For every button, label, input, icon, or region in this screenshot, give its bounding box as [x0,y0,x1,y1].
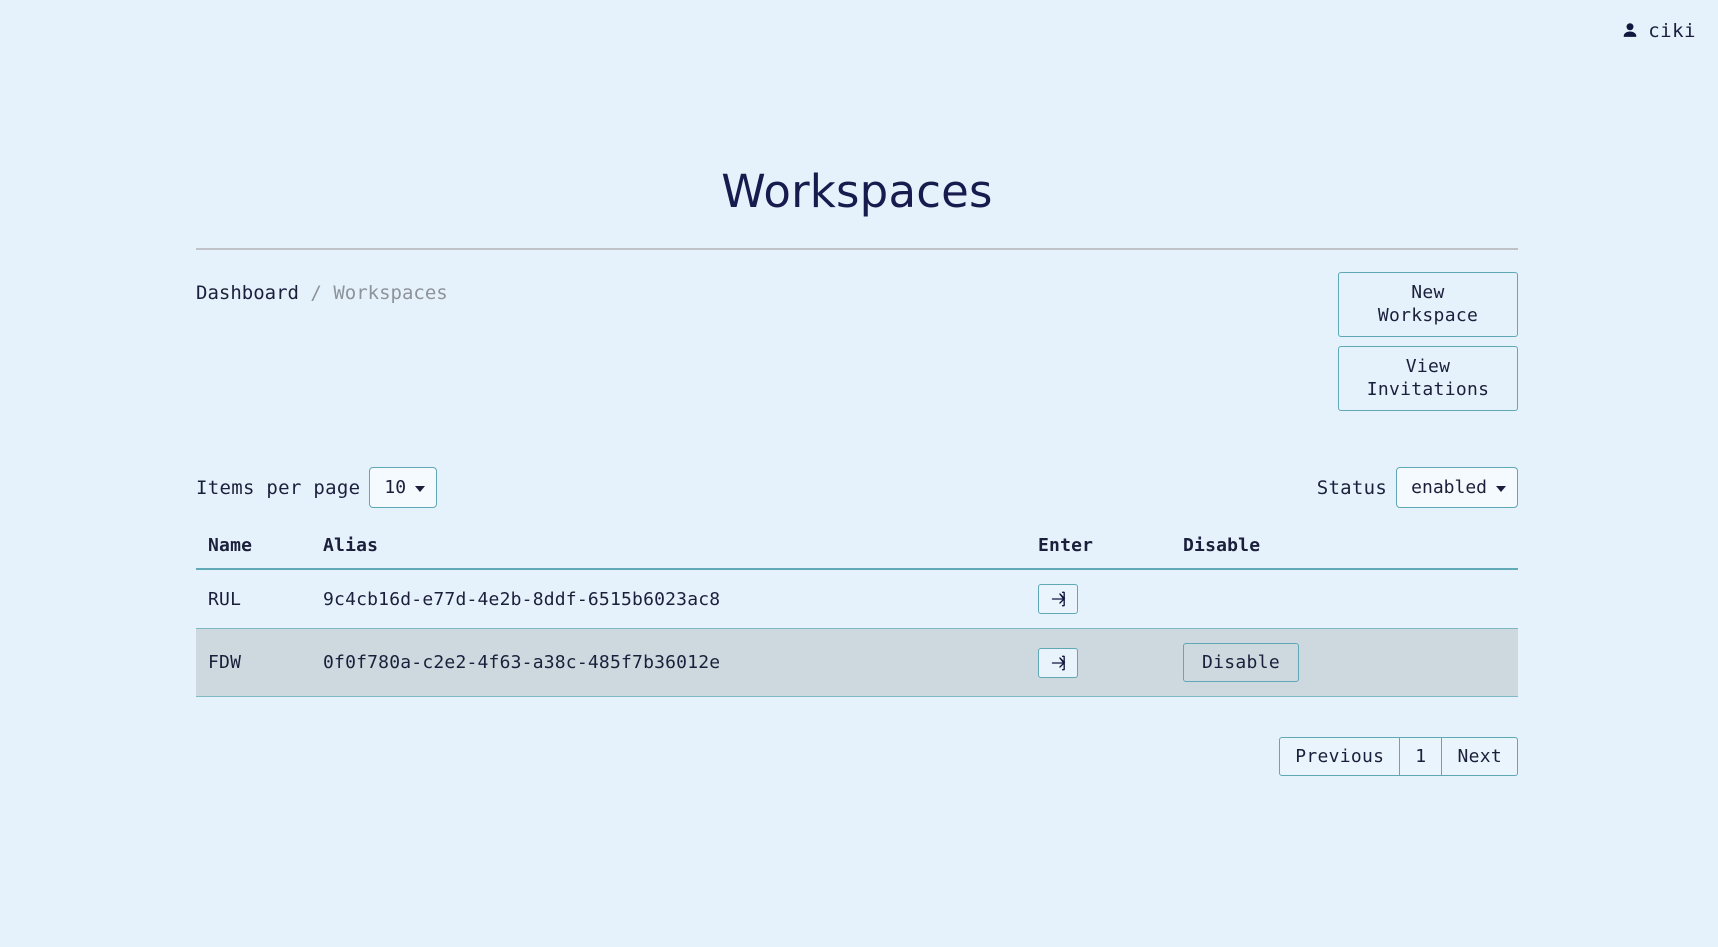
enter-workspace-button[interactable] [1038,647,1078,678]
column-header-enter: Enter [1026,535,1171,570]
view-invitations-button[interactable]: View Invitations [1338,346,1518,411]
items-per-page-group: Items per page 10 [196,467,438,508]
column-header-name: Name [196,535,311,570]
new-workspace-button[interactable]: New Workspace [1338,272,1518,337]
items-per-page-value: 10 [384,477,407,498]
breadcrumb-actions-row: Dashboard / Workspaces New Workspace Vie… [196,250,1518,411]
cell-workspace-alias: 0f0f780a-c2e2-4f63-a38c-485f7b36012e [311,628,1026,697]
enter-workspace-button[interactable] [1038,584,1078,614]
breadcrumb-item-dashboard[interactable]: Dashboard [196,282,299,304]
page-container: Workspaces Dashboard / Workspaces New Wo… [196,0,1518,776]
page-actions: New Workspace View Invitations [1338,272,1518,411]
cell-enter-action [1026,569,1171,629]
column-header-alias: Alias [311,535,1026,570]
cell-workspace-name: FDW [196,628,311,697]
status-label: Status [1316,476,1388,499]
breadcrumb-separator: / [310,282,322,304]
table-head: Name Alias Enter Disable [196,535,1518,570]
table-row: FDW 0f0f780a-c2e2-4f63-a38c-485f7b36012e… [196,628,1518,697]
person-icon [1621,22,1639,40]
cell-enter-action [1026,628,1171,697]
chevron-down-icon [1496,485,1506,492]
workspaces-table: Name Alias Enter Disable RUL 9c4cb16d-e7… [196,535,1518,697]
breadcrumb-item-workspaces: Workspaces [333,282,448,304]
table-header-row: Name Alias Enter Disable [196,535,1518,570]
cell-workspace-name: RUL [196,569,311,629]
pagination-previous-button[interactable]: Previous [1279,737,1401,776]
page-title: Workspaces [721,165,993,218]
box-arrow-in-right-icon [1049,654,1067,672]
status-value: enabled [1411,477,1487,498]
cell-workspace-alias: 9c4cb16d-e77d-4e2b-8ddf-6515b6023ac8 [311,569,1026,629]
pagination: Previous 1 Next [1279,737,1518,776]
pagination-row: Previous 1 Next [196,697,1518,776]
username-label: ciki [1648,20,1696,42]
status-select[interactable]: enabled [1396,467,1518,508]
chevron-down-icon [415,485,426,492]
pagination-next-button[interactable]: Next [1442,737,1518,776]
items-per-page-select[interactable]: 10 [369,467,438,508]
cell-disable-action: Disable [1171,628,1518,697]
box-arrow-in-right-icon [1049,590,1067,608]
table-row: RUL 9c4cb16d-e77d-4e2b-8ddf-6515b6023ac8 [196,569,1518,629]
status-filter-group: Status enabled [1317,467,1518,508]
disable-workspace-button[interactable]: Disable [1183,643,1299,682]
breadcrumb: Dashboard / Workspaces [196,272,448,304]
table-body: RUL 9c4cb16d-e77d-4e2b-8ddf-6515b6023ac8 [196,569,1518,697]
table-controls-row: Items per page 10 Status enabled [196,411,1518,508]
column-header-disable: Disable [1171,535,1518,570]
user-menu[interactable]: ciki [1621,20,1696,42]
items-per-page-label: Items per page [196,476,361,499]
cell-disable-action [1171,569,1518,629]
pagination-page-1-button[interactable]: 1 [1400,737,1443,776]
